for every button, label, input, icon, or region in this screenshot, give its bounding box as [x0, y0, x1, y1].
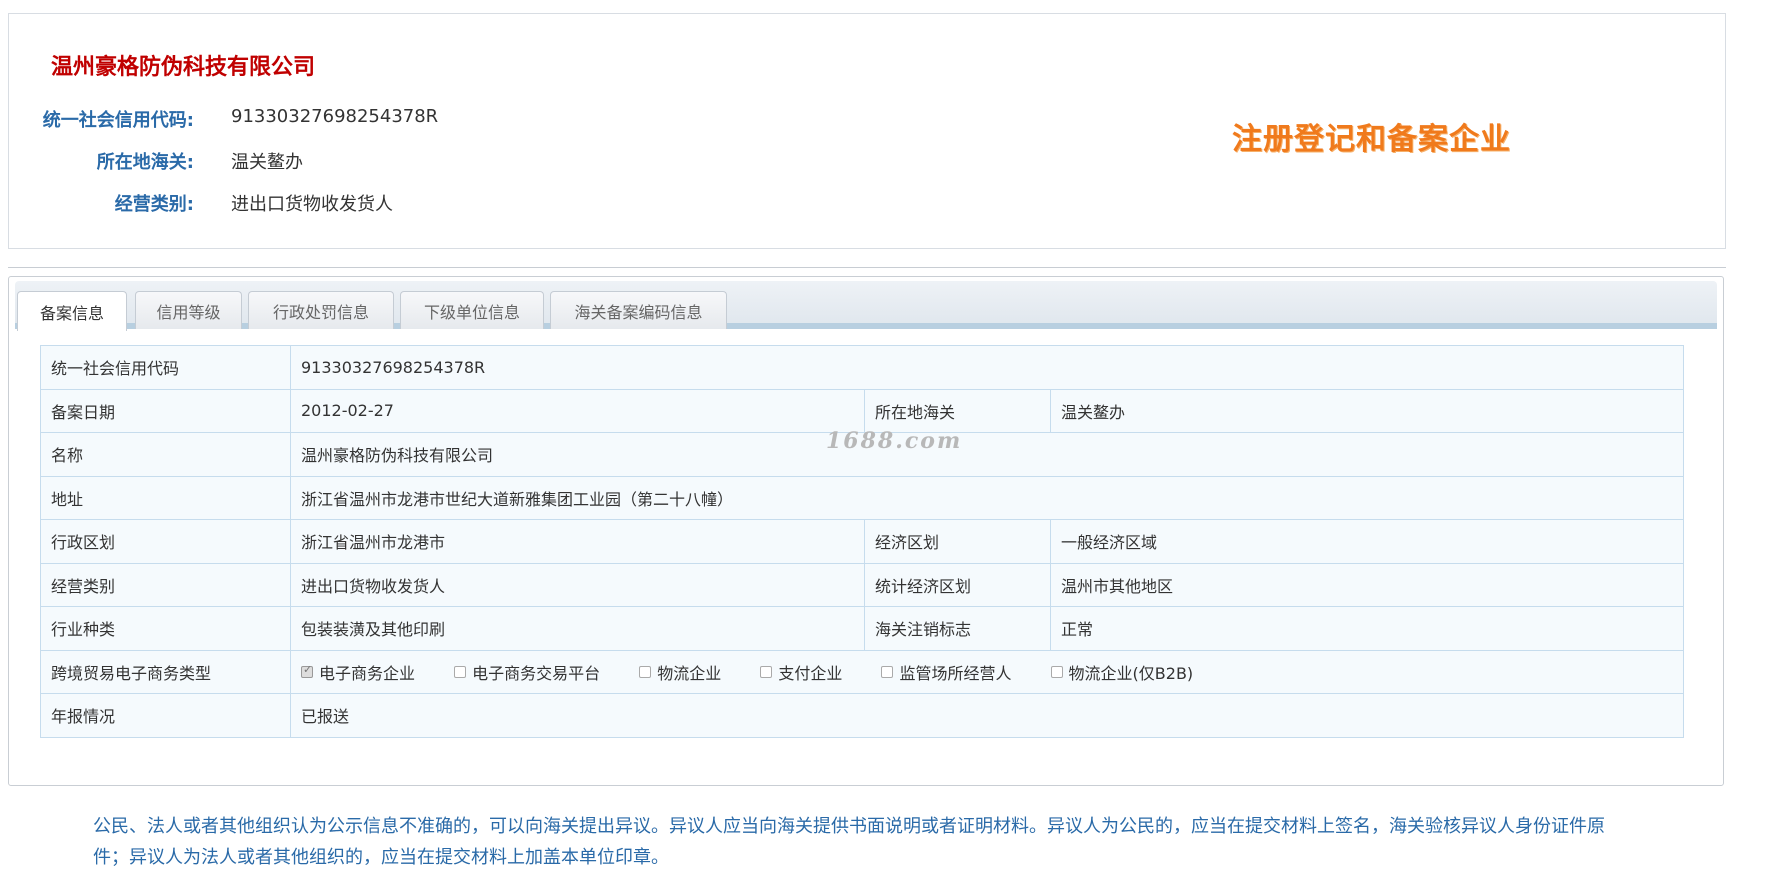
record-info-table: 统一社会信用代码 91330327698254378R 备案日期 2012-02… [40, 345, 1684, 738]
checkbox-label: 支付企业 [778, 663, 843, 683]
tab-customs-code-info[interactable]: 海关备案编码信息 [550, 291, 727, 329]
address-value: 浙江省温州市龙港市世纪大道新雅集团工业园（第二十八幢） [290, 475, 1684, 520]
checkbox-supervision-operator[interactable]: 监管场所经营人 [881, 660, 1011, 684]
checkbox-logistics[interactable]: 物流企业 [639, 660, 721, 684]
checkbox-label: 物流企业(仅B2B) [1068, 663, 1194, 683]
table-row: 行政区划 浙江省温州市龙港市 经济区划 一般经济区域 [40, 519, 1684, 564]
table-row: 地址 浙江省温州市龙港市世纪大道新雅集团工业园（第二十八幢） [40, 475, 1684, 520]
table-row: 跨境贸易电子商务类型 电子商务企业 电子商务交易平台 物流企业 支付企业 监管场… [40, 649, 1684, 694]
biz-type-cell-label: 经营类别 [40, 562, 291, 607]
biz-type-label: 经营类别: [114, 194, 194, 215]
customs-cell-value: 温关鳌办 [1050, 388, 1684, 433]
checkbox-empty-icon [881, 665, 894, 678]
stat-region-label: 统计经济区划 [864, 562, 1051, 607]
credit-code-value: 91330327698254378R [231, 106, 439, 127]
registration-badge: 注册登记和备案企业 [1232, 122, 1511, 157]
table-row: 备案日期 2012-02-27 所在地海关 温关鳌办 [40, 388, 1684, 433]
site-watermark: 1688.com [826, 428, 963, 454]
company-name: 温州豪格防伪科技有限公司 [51, 55, 316, 80]
checkbox-ecommerce-enterprise[interactable]: 电子商务企业 [301, 660, 415, 684]
admin-region-value: 浙江省温州市龙港市 [290, 519, 865, 564]
tab-bar: 备案信息 信用等级 行政处罚信息 下级单位信息 海关备案编码信息 [15, 281, 1717, 331]
name-label: 名称 [40, 432, 291, 477]
checkbox-label: 电子商务企业 [319, 663, 416, 683]
checkbox-empty-icon [760, 665, 773, 678]
credit-code-label: 统一社会信用代码: [42, 110, 194, 131]
checkbox-logistics-b2b[interactable]: 物流企业(仅B2B) [1050, 660, 1194, 684]
ecommerce-options: 电子商务企业 电子商务交易平台 物流企业 支付企业 监管场所经营人 物流企业(仅… [290, 649, 1684, 694]
section-divider [8, 267, 1726, 268]
company-header: 温州豪格防伪科技有限公司 统一社会信用代码: 91330327698254378… [8, 13, 1726, 249]
customs-cell-label: 所在地海关 [864, 388, 1051, 433]
table-row: 年报情况 已报送 [40, 693, 1684, 738]
econ-region-value: 一般经济区域 [1050, 519, 1684, 564]
tab-penalty-info[interactable]: 行政处罚信息 [248, 291, 394, 329]
industry-value: 包装装潢及其他印刷 [290, 606, 865, 651]
record-date-value: 2012-02-27 [290, 388, 865, 433]
checkbox-checked-icon [301, 663, 313, 678]
checkbox-ecommerce-platform[interactable]: 电子商务交易平台 [454, 660, 600, 684]
annual-report-label: 年报情况 [40, 693, 291, 738]
tab-record-info[interactable]: 备案信息 [17, 291, 127, 331]
tab-credit-level[interactable]: 信用等级 [135, 291, 242, 329]
checkbox-label: 监管场所经营人 [899, 663, 1012, 683]
checkbox-label: 电子商务交易平台 [472, 663, 601, 683]
credit-code-cell-value: 91330327698254378R [290, 345, 1684, 390]
objection-notice: 公民、法人或者其他组织认为公示信息不准确的，可以向海关提出异议。异议人应当向海关… [93, 816, 1605, 868]
cancel-flag-value: 正常 [1050, 606, 1684, 651]
customs-value: 温关鳌办 [231, 152, 303, 173]
name-value: 温州豪格防伪科技有限公司 [290, 432, 1684, 477]
record-date-label: 备案日期 [40, 388, 291, 433]
tab-subunit-info[interactable]: 下级单位信息 [400, 291, 544, 329]
table-row: 统一社会信用代码 91330327698254378R [40, 345, 1684, 390]
checkbox-empty-icon [639, 665, 652, 678]
biz-type-value: 进出口货物收发货人 [231, 194, 393, 215]
annual-report-value: 已报送 [290, 693, 1684, 738]
stat-region-value: 温州市其他地区 [1050, 562, 1684, 607]
checkbox-empty-icon [1050, 665, 1063, 678]
credit-code-cell-label: 统一社会信用代码 [40, 345, 291, 390]
checkbox-payment[interactable]: 支付企业 [760, 660, 842, 684]
biz-type-cell-value: 进出口货物收发货人 [290, 562, 865, 607]
checkbox-empty-icon [454, 665, 467, 678]
admin-region-label: 行政区划 [40, 519, 291, 564]
address-label: 地址 [40, 475, 291, 520]
econ-region-label: 经济区划 [864, 519, 1051, 564]
table-row: 经营类别 进出口货物收发货人 统计经济区划 温州市其他地区 [40, 562, 1684, 607]
table-row: 行业种类 包装装潢及其他印刷 海关注销标志 正常 [40, 606, 1684, 651]
customs-label: 所在地海关: [96, 152, 194, 173]
ecommerce-label: 跨境贸易电子商务类型 [40, 649, 291, 694]
cancel-flag-label: 海关注销标志 [864, 606, 1051, 651]
industry-label: 行业种类 [40, 606, 291, 651]
checkbox-label: 物流企业 [657, 663, 722, 683]
